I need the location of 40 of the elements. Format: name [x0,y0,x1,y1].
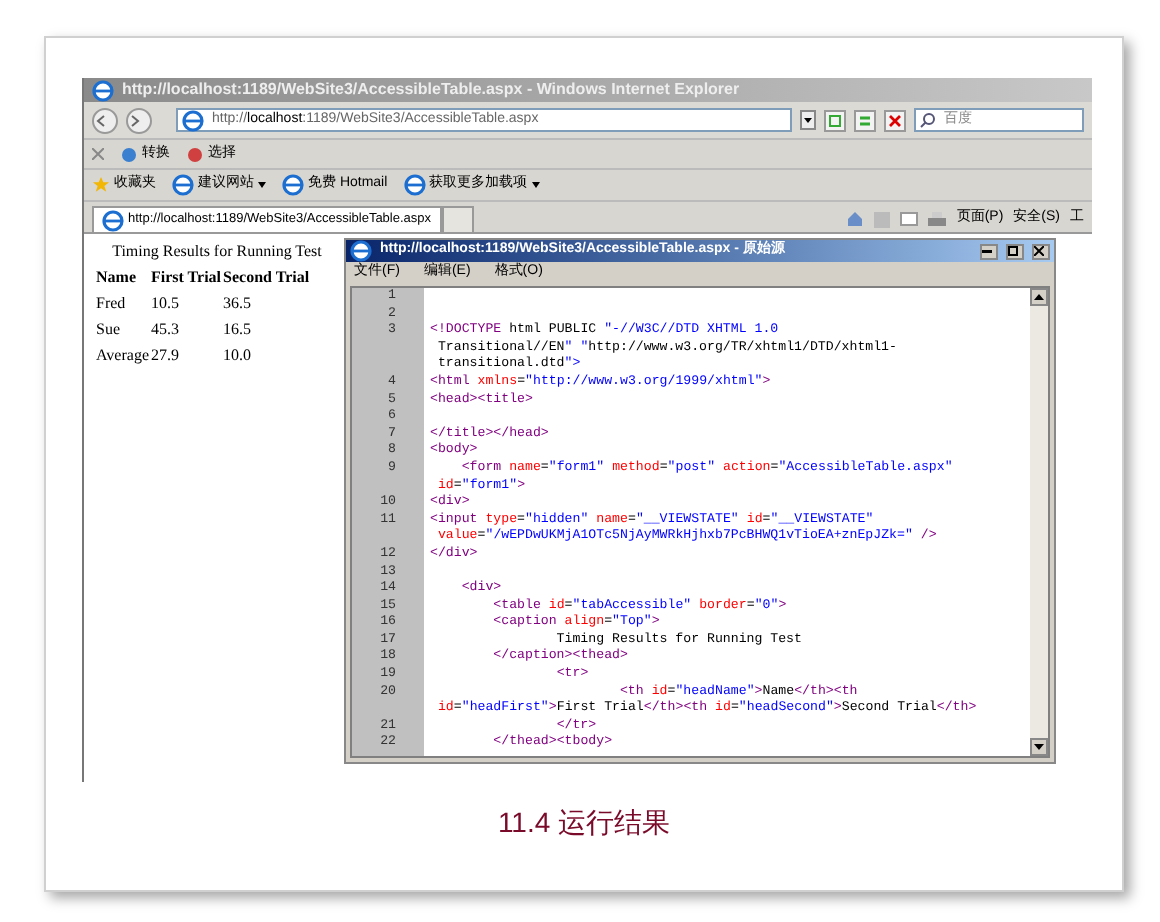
browser-logo-icon [350,240,372,262]
minimize-icon [982,249,992,253]
mail-icon[interactable] [900,212,919,226]
table-cell-text: 27.9 [151,344,181,368]
scrollbar[interactable] [1030,288,1048,756]
table-cell-text: 16.5 [223,318,254,342]
minimize-button[interactable] [980,243,998,259]
stop-icon[interactable] [884,109,906,131]
table-cell-text: Average [96,344,149,368]
maximize-icon [1008,246,1018,256]
browser-logo-icon [92,79,114,101]
close-icon [1034,246,1044,256]
window-title: http://localhost:1189/WebSite3/AccessibleTable.aspx - Windows Internet Explorer [122,78,740,102]
table-caption: Timing Results for Running Test [110,240,324,264]
star-icon [92,176,110,194]
table-header: Name [96,266,138,290]
table-cell-text: Fred [96,292,128,316]
page-icon [172,174,194,196]
scroll-down-icon[interactable] [1030,738,1048,756]
page-icon [403,174,426,196]
maximize-button[interactable] [1006,243,1024,259]
back-button[interactable] [92,107,118,133]
page-icon [182,109,204,131]
table-cell-text: 36.5 [223,292,254,316]
table-header: First Trial [151,266,222,290]
printer-icon[interactable] [928,211,947,227]
figure-caption: 11.4 运行结果 [495,804,673,842]
forward-button[interactable] [126,107,152,133]
table-cell-text: 45.3 [151,318,181,342]
toolbar-icon [186,145,204,163]
close-icon[interactable] [92,148,104,160]
scroll-up-icon[interactable] [1030,288,1048,306]
search-icon [920,112,936,128]
table-cell-text: 10.0 [223,344,254,368]
table-cell-text: 10.5 [151,292,181,316]
page-icon [282,174,304,196]
table-header: Second Trial [223,266,310,290]
close-button[interactable] [1032,243,1050,259]
toolbar-icon [120,145,138,163]
table-cell-text: Sue [96,318,122,342]
